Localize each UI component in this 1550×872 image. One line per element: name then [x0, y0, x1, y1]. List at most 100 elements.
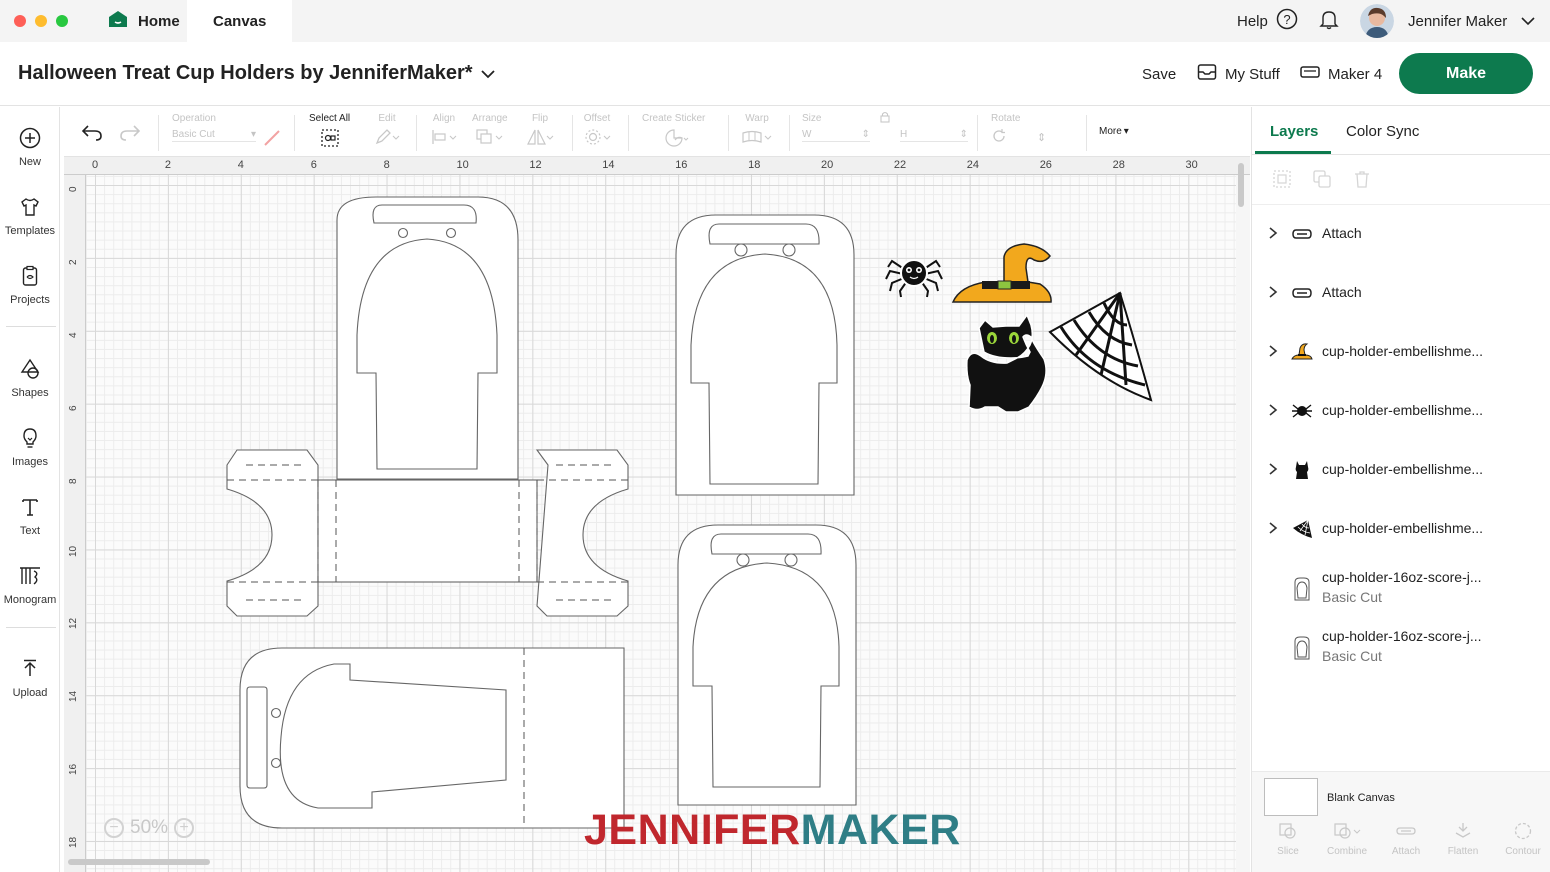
layer-row[interactable]: cup-holder-embellishme...: [1252, 447, 1550, 497]
stepper-icon[interactable]: ⇕: [1037, 131, 1046, 144]
align-button[interactable]: Align: [430, 113, 458, 149]
black-cat-embellishment[interactable]: [966, 313, 1047, 413]
ruler-tick-label: 18: [68, 836, 79, 849]
divider: [294, 115, 295, 151]
spiderweb-embellishment[interactable]: [1048, 291, 1153, 402]
ruler-tick-label: 2: [68, 259, 79, 265]
arrange-button[interactable]: Arrange: [472, 113, 508, 149]
user-menu[interactable]: Jennifer Maker: [1360, 0, 1535, 42]
edit-label: Edit: [378, 113, 396, 124]
layer-row[interactable]: cup-holder-embellishme...: [1252, 506, 1550, 556]
operation-color-swatch[interactable]: [263, 129, 281, 152]
sticker-icon: [658, 128, 690, 151]
select-all-button[interactable]: Select All: [309, 113, 350, 151]
make-button[interactable]: Make: [1399, 53, 1533, 94]
rotate-controls: Rotate ⇕: [991, 113, 1046, 147]
operation-field[interactable]: Basic Cut ▾: [172, 128, 256, 142]
chevron-right-icon[interactable]: [1268, 226, 1278, 243]
cup-holder-cutout[interactable]: [677, 524, 857, 806]
close-window-button[interactable]: [14, 15, 26, 27]
tab-color-sync[interactable]: Color Sync: [1346, 123, 1419, 140]
width-input[interactable]: W ⇕: [802, 128, 870, 142]
operation-label: Operation: [172, 113, 216, 124]
projects-button[interactable]: Projects: [0, 265, 60, 306]
slice-button[interactable]: Slice: [1259, 822, 1317, 857]
divider: [628, 115, 629, 151]
edit-button[interactable]: Edit: [374, 113, 400, 149]
new-button[interactable]: New: [0, 127, 60, 168]
undo-button[interactable]: [81, 123, 103, 146]
tab-canvas[interactable]: Canvas: [187, 0, 293, 42]
flatten-button[interactable]: Flatten: [1434, 822, 1492, 857]
tab-home[interactable]: Home: [100, 0, 188, 42]
tab-layers[interactable]: Layers: [1270, 123, 1318, 140]
chevron-right-icon[interactable]: [1268, 462, 1278, 479]
machine-selector[interactable]: Maker 4: [1300, 42, 1382, 106]
layer-name: cup-holder-16oz-score-j...: [1322, 569, 1482, 585]
vertical-scrollbar[interactable]: [1238, 163, 1244, 207]
horizontal-scrollbar[interactable]: [68, 859, 210, 865]
more-menu-button[interactable]: More ▾: [1099, 126, 1129, 137]
combine-button[interactable]: Combine: [1318, 822, 1376, 857]
help-button[interactable]: Help ?: [1237, 0, 1298, 42]
project-title-dropdown[interactable]: Halloween Treat Cup Holders by JenniferM…: [18, 62, 495, 85]
text-button[interactable]: Text: [0, 496, 60, 537]
chevron-down-icon: [480, 62, 495, 85]
design-canvas[interactable]: 0 2 4 6 8 10 12 14 16 18 20 22 24 26 28 30 0 2 4 6 8 10 12 14 1…: [64, 157, 1250, 872]
attach-button[interactable]: Attach: [1377, 822, 1435, 857]
canvas-grid[interactable]: [86, 175, 1236, 872]
cup-holder-cutout[interactable]: [226, 196, 629, 617]
select-all-label: Select All: [309, 113, 351, 124]
spider-embellishment[interactable]: [885, 259, 943, 298]
create-sticker-button[interactable]: Create Sticker: [642, 113, 705, 151]
flatten-label: Flatten: [1447, 846, 1479, 857]
my-stuff-button[interactable]: My Stuff: [1197, 42, 1280, 106]
layer-row[interactable]: cup-holder-16oz-score-j... Basic Cut: [1252, 565, 1550, 615]
blank-canvas-label: Blank Canvas: [1327, 792, 1395, 804]
zoom-in-button[interactable]: +: [174, 818, 195, 838]
save-button[interactable]: Save: [1142, 42, 1176, 106]
panel-bottom: Blank Canvas Slice Combine Attach Flatte…: [1252, 771, 1550, 872]
rotate-icon[interactable]: [991, 128, 1007, 147]
witch-hat-embellishment[interactable]: [951, 243, 1052, 303]
monogram-label: Monogram: [3, 594, 57, 606]
divider: [6, 326, 56, 327]
layer-row[interactable]: cup-holder-16oz-score-j... Basic Cut: [1252, 624, 1550, 674]
cup-holder-cutout[interactable]: [239, 647, 625, 829]
monogram-button[interactable]: Monogram: [0, 565, 60, 606]
duplicate-icon[interactable]: [1312, 169, 1332, 194]
chevron-right-icon[interactable]: [1268, 521, 1278, 538]
redo-button[interactable]: [119, 123, 141, 146]
chevron-right-icon[interactable]: [1268, 403, 1278, 420]
chevron-right-icon[interactable]: [1268, 344, 1278, 361]
offset-button[interactable]: Offset: [583, 113, 611, 149]
minimize-window-button[interactable]: [35, 15, 47, 27]
bell-icon: [1318, 8, 1340, 34]
zoom-out-button[interactable]: −: [104, 818, 124, 838]
cup-holder-cutout[interactable]: [675, 214, 855, 496]
notifications-button[interactable]: [1318, 0, 1340, 42]
ruler-tick-label: 16: [68, 764, 79, 776]
height-input[interactable]: H ⇕: [900, 128, 968, 142]
contour-label: Contour: [1505, 846, 1541, 857]
upload-button[interactable]: Upload: [0, 658, 60, 699]
trash-icon[interactable]: [1352, 169, 1372, 194]
blank-canvas-swatch[interactable]: [1264, 778, 1318, 816]
layer-row[interactable]: Attach: [1252, 211, 1550, 261]
lock-icon[interactable]: [880, 111, 890, 126]
warp-button[interactable]: Warp: [741, 113, 773, 149]
layer-row[interactable]: cup-holder-embellishme...: [1252, 388, 1550, 438]
attach-icon: [1290, 281, 1314, 305]
shapes-button[interactable]: Shapes: [0, 358, 60, 399]
images-button[interactable]: Images: [0, 427, 60, 468]
flip-button[interactable]: Flip: [526, 113, 554, 149]
templates-button[interactable]: Templates: [0, 196, 60, 237]
group-icon[interactable]: [1272, 169, 1292, 194]
chevron-right-icon[interactable]: [1268, 285, 1278, 302]
divider: [728, 115, 729, 151]
operation-select[interactable]: Operation Basic Cut ▾: [172, 113, 256, 142]
layer-row[interactable]: cup-holder-embellishme...: [1252, 329, 1550, 379]
maximize-window-button[interactable]: [56, 15, 68, 27]
layer-row[interactable]: Attach: [1252, 270, 1550, 320]
contour-button[interactable]: Contour: [1494, 822, 1550, 857]
